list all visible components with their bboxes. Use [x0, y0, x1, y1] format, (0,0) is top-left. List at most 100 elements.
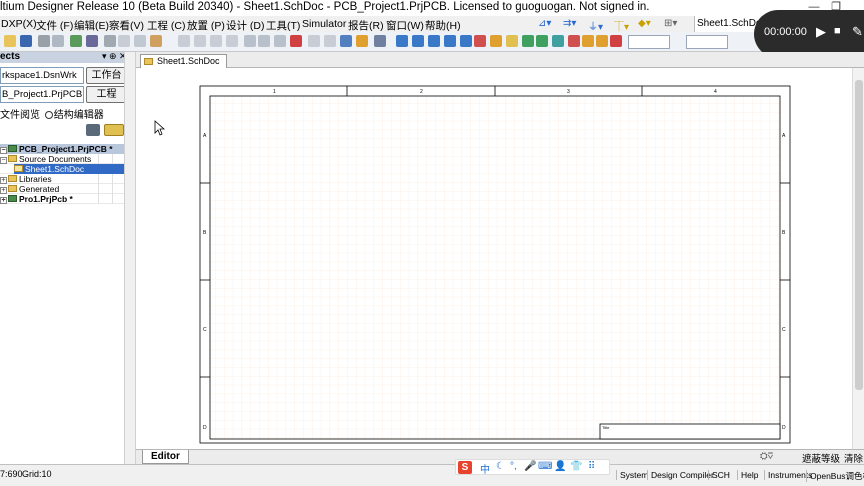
- tree-item-generated[interactable]: + Generated: [0, 184, 124, 194]
- panel-controls-icon[interactable]: ▾ ⊕ ✕: [102, 51, 127, 62]
- menu-design[interactable]: 设计 (D): [226, 18, 265, 33]
- rubber-stamp-icon[interactable]: [226, 35, 238, 47]
- projects-scrollbar[interactable]: [124, 52, 135, 464]
- menu-tools[interactable]: 工具(T): [266, 18, 300, 33]
- ime-skin-icon[interactable]: 👕: [570, 461, 582, 472]
- place-bus-entry-icon[interactable]: [428, 35, 440, 47]
- print-icon[interactable]: [38, 35, 50, 47]
- tab-editor[interactable]: Editor: [142, 450, 189, 464]
- redo-icon[interactable]: [324, 35, 336, 47]
- ime-halfwidth-icon[interactable]: ☾: [496, 461, 505, 472]
- ime-user-icon[interactable]: 👤: [554, 461, 566, 472]
- workspace-button[interactable]: 工作台: [86, 67, 127, 84]
- collapse-icon[interactable]: −: [0, 157, 7, 164]
- print-preview-icon[interactable]: [52, 35, 64, 47]
- stop-icon[interactable]: ■: [834, 25, 841, 37]
- ime-keyboard-icon[interactable]: ⌨: [538, 461, 552, 472]
- play-icon[interactable]: ▶: [816, 24, 826, 40]
- expand-icon[interactable]: +: [0, 177, 7, 184]
- grid-tool-icon[interactable]: ⊞▾: [664, 18, 677, 29]
- collapse-icon[interactable]: −: [0, 147, 7, 154]
- menu-view[interactable]: 察看(V): [109, 18, 144, 33]
- tree-item-libraries[interactable]: + Libraries: [0, 174, 124, 184]
- place-directive-icon[interactable]: [582, 35, 594, 47]
- status-sch[interactable]: SCH: [708, 470, 730, 480]
- filter-combo[interactable]: [628, 35, 670, 49]
- place-sheet-entry-icon[interactable]: [522, 35, 534, 47]
- place-device-sheet-icon[interactable]: [536, 35, 548, 47]
- schematic-canvas[interactable]: 1 2 3 4 A B C D A B C D Title: [136, 68, 852, 449]
- scrollbar-thumb[interactable]: [855, 80, 863, 390]
- tree-item-project[interactable]: − PCB_Project1.PrjPCB *: [0, 144, 124, 154]
- zoom-area-icon[interactable]: [118, 35, 130, 47]
- menu-file[interactable]: 文件 (F): [36, 18, 73, 33]
- project-field[interactable]: B_Project1.PrjPCB: [0, 86, 84, 103]
- place-vcc-icon[interactable]: [474, 35, 486, 47]
- schematic-sheet-svg[interactable]: 1 2 3 4 A B C D A B C D Title: [136, 68, 852, 449]
- menu-place[interactable]: 放置 (P): [187, 18, 225, 33]
- filter-icon[interactable]: ⛭⊽: [760, 451, 773, 462]
- place-port-icon[interactable]: [552, 35, 564, 47]
- open-icon[interactable]: [4, 35, 16, 47]
- bus-tool-icon[interactable]: ⇉▾: [563, 18, 576, 29]
- place-part-icon[interactable]: [490, 35, 502, 47]
- pen-icon[interactable]: ✎: [852, 24, 863, 40]
- browse-library-icon[interactable]: [374, 35, 386, 47]
- move-icon[interactable]: [258, 35, 270, 47]
- place-wire-icon[interactable]: [396, 35, 408, 47]
- select-inside-icon[interactable]: [274, 35, 286, 47]
- place-no-erc-icon[interactable]: [568, 35, 580, 47]
- menu-window[interactable]: 窗口(W): [386, 18, 424, 33]
- radio-structure-label[interactable]: 结构编辑器: [54, 110, 104, 121]
- mask-level-button[interactable]: 遮蔽等级: [802, 451, 840, 465]
- cross-probe-icon[interactable]: [150, 35, 162, 47]
- zoom-selected-icon[interactable]: [134, 35, 146, 47]
- hierarchy-icon[interactable]: [340, 35, 352, 47]
- status-help[interactable]: Help: [737, 470, 758, 480]
- workspace-menu-icon[interactable]: [104, 124, 124, 136]
- menu-help[interactable]: 帮助(H): [425, 18, 461, 33]
- tree-item-pro1[interactable]: + Pro1.PrjPcb *: [0, 194, 124, 204]
- radio-structure-editor[interactable]: [44, 111, 53, 119]
- ime-toolbox-icon[interactable]: ⠿: [588, 461, 595, 472]
- expand-icon[interactable]: +: [0, 197, 7, 204]
- tree-item-source-documents[interactable]: − Source Documents: [0, 154, 124, 164]
- paste-icon[interactable]: [210, 35, 222, 47]
- copy-icon[interactable]: [194, 35, 206, 47]
- tree-item-sheet1[interactable]: Sheet1.SchDoc: [14, 164, 124, 174]
- open-project-icon[interactable]: [70, 35, 82, 47]
- device-view-icon[interactable]: [86, 35, 98, 47]
- radio-file-view-label[interactable]: 文件阅览: [0, 110, 40, 121]
- project-options-icon[interactable]: [86, 124, 100, 136]
- wire-tool-icon[interactable]: ⊿▾: [538, 18, 551, 29]
- ime-punctuation-icon[interactable]: °,: [510, 461, 517, 472]
- status-openbus[interactable]: OpenBus调色板: [806, 470, 864, 482]
- variant-combo[interactable]: [686, 35, 728, 49]
- menu-reports[interactable]: 报告(R): [348, 18, 384, 33]
- port-tool-icon[interactable]: ⏚▾: [588, 18, 603, 33]
- status-design-compiler[interactable]: Design Compiler: [647, 470, 714, 480]
- select-area-icon[interactable]: [244, 35, 256, 47]
- workspace-field[interactable]: rkspace1.DsnWrk: [0, 67, 84, 84]
- sogou-logo-icon[interactable]: S: [458, 461, 472, 474]
- clear-filter-icon[interactable]: [610, 35, 622, 47]
- place-bus-icon[interactable]: [412, 35, 424, 47]
- pencil-icon[interactable]: [356, 35, 368, 47]
- menu-dxp[interactable]: DXP(X): [1, 18, 37, 30]
- save-icon[interactable]: [20, 35, 32, 47]
- place-net-label-icon[interactable]: [444, 35, 456, 47]
- place-gnd-icon[interactable]: [460, 35, 472, 47]
- place-sheet-symbol-icon[interactable]: [506, 35, 518, 47]
- project-button[interactable]: 工程: [86, 86, 127, 103]
- menu-project[interactable]: 工程 (C): [147, 18, 186, 33]
- power-tool-icon[interactable]: ⏉▾: [614, 18, 629, 33]
- ime-mode-icon[interactable]: 中: [480, 461, 490, 476]
- menu-simulator[interactable]: Simulator: [302, 18, 346, 30]
- canvas-vertical-scrollbar[interactable]: [852, 68, 864, 449]
- expand-icon[interactable]: +: [0, 187, 7, 194]
- place-harness-icon[interactable]: [596, 35, 608, 47]
- menu-edit[interactable]: 编辑(E): [74, 18, 109, 33]
- undo-icon[interactable]: [308, 35, 320, 47]
- deselect-icon[interactable]: [290, 35, 302, 47]
- cut-icon[interactable]: [178, 35, 190, 47]
